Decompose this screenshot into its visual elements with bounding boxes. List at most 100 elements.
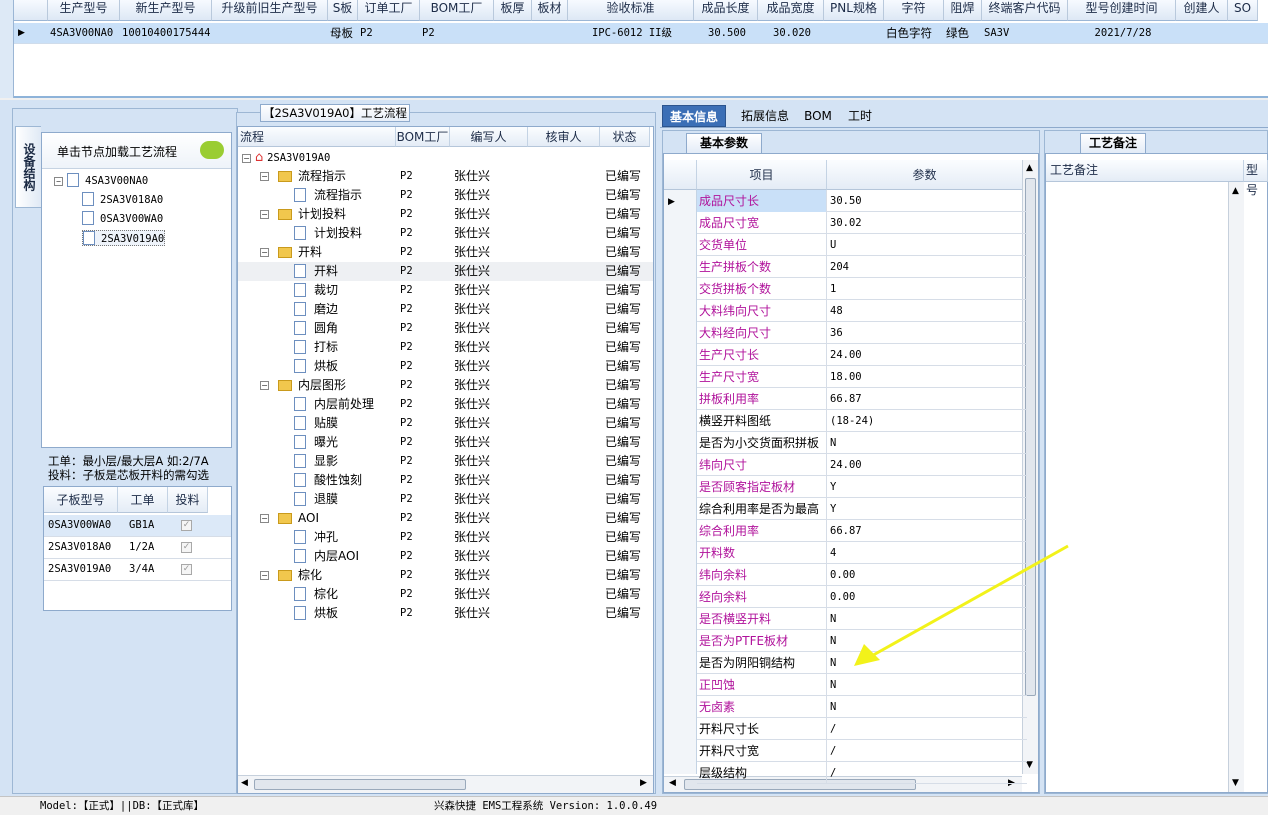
sub-row[interactable]: 2SA3V018A0 1/2A ✓ bbox=[44, 537, 231, 559]
param-row[interactable]: 横竖开料图纸 (18-24) bbox=[697, 410, 1027, 432]
top-cell[interactable]: SA3V bbox=[984, 23, 1068, 44]
tab-basic-params[interactable]: 基本参数 bbox=[686, 133, 762, 153]
param-value[interactable]: Y bbox=[828, 498, 1023, 520]
param-row[interactable]: 成品尺寸长 30.50 bbox=[697, 190, 1027, 212]
top-col-header[interactable]: 板厚 bbox=[494, 0, 532, 21]
scroll-up-icon[interactable]: ▲ bbox=[1232, 186, 1239, 196]
col-model[interactable]: 型号 bbox=[1244, 160, 1268, 197]
top-col-header[interactable]: 生产型号 bbox=[48, 0, 120, 21]
top-cell[interactable] bbox=[1230, 23, 1258, 44]
flow-row[interactable]: 显影 P2 张仕兴 已编写 bbox=[238, 452, 653, 471]
scroll-down-icon[interactable]: ▼ bbox=[1232, 778, 1239, 788]
param-value[interactable]: 30.02 bbox=[828, 212, 1023, 234]
top-cell[interactable] bbox=[496, 23, 532, 44]
sub-row[interactable]: 2SA3V019A0 3/4A ✓ bbox=[44, 559, 231, 581]
scroll-left-icon[interactable]: ◀ bbox=[669, 778, 676, 788]
flow-root[interactable]: − ⌂ 2SA3V019A0 bbox=[242, 148, 330, 167]
param-value[interactable]: 1 bbox=[828, 278, 1023, 300]
param-value[interactable]: N bbox=[828, 674, 1023, 696]
top-cell[interactable]: P2 bbox=[360, 23, 420, 44]
collapse-icon[interactable]: − bbox=[260, 172, 269, 181]
tab-3[interactable]: 工时 bbox=[838, 105, 882, 127]
param-value[interactable]: 30.50 bbox=[828, 190, 1023, 212]
tree-node[interactable]: 0SA3V00WA0 bbox=[82, 211, 163, 225]
top-cell[interactable]: 2021/7/28 bbox=[1070, 23, 1176, 44]
top-col-header[interactable]: 订单工厂 bbox=[358, 0, 420, 21]
top-cell[interactable]: 10010400175444 bbox=[122, 23, 212, 44]
flow-row[interactable]: 烘板 P2 张仕兴 已编写 bbox=[238, 357, 653, 376]
param-row[interactable]: 生产尺寸宽 18.00 bbox=[697, 366, 1027, 388]
flow-row[interactable]: − AOI P2 张仕兴 已编写 bbox=[238, 509, 653, 528]
collapse-icon[interactable]: − bbox=[260, 571, 269, 580]
scroll-left-icon[interactable]: ◀ bbox=[241, 778, 248, 788]
flow-col-header[interactable]: 编写人 bbox=[450, 127, 528, 147]
top-col-header[interactable]: 终端客户代码 bbox=[982, 0, 1068, 21]
top-col-header[interactable]: 阻焊 bbox=[944, 0, 982, 21]
flow-row[interactable]: 退膜 P2 张仕兴 已编写 bbox=[238, 490, 653, 509]
param-value[interactable]: Y bbox=[828, 476, 1023, 498]
flow-row[interactable]: 贴膜 P2 张仕兴 已编写 bbox=[238, 414, 653, 433]
param-value[interactable]: 36 bbox=[828, 322, 1023, 344]
collapse-icon[interactable]: − bbox=[242, 154, 251, 163]
param-value[interactable]: 204 bbox=[828, 256, 1023, 278]
top-col-header[interactable]: 字符 bbox=[884, 0, 944, 21]
top-col-header[interactable]: 成品长度 bbox=[694, 0, 758, 21]
sub-row[interactable]: 0SA3V00WA0 GB1A ✓ bbox=[44, 515, 231, 537]
flow-row[interactable]: 流程指示 P2 张仕兴 已编写 bbox=[238, 186, 653, 205]
collapse-icon[interactable]: − bbox=[260, 210, 269, 219]
param-value[interactable]: 48 bbox=[828, 300, 1023, 322]
col-sub-model[interactable]: 子板型号 bbox=[44, 487, 118, 513]
param-row[interactable]: 大料经向尺寸 36 bbox=[697, 322, 1027, 344]
param-row[interactable]: 拼板利用率 66.87 bbox=[697, 388, 1027, 410]
col-value[interactable]: 参数 bbox=[827, 160, 1023, 190]
param-value[interactable]: N bbox=[828, 696, 1023, 718]
top-cell[interactable] bbox=[826, 23, 884, 44]
top-cell[interactable] bbox=[214, 23, 328, 44]
remark-vscrollbar[interactable]: ▲ ▼ bbox=[1228, 182, 1244, 792]
feed-checkbox[interactable]: ✓ bbox=[181, 564, 192, 575]
col-item[interactable]: 项目 bbox=[697, 160, 827, 190]
param-row[interactable]: 综合利用率 66.87 bbox=[697, 520, 1027, 542]
param-value[interactable]: 24.00 bbox=[828, 454, 1023, 476]
flow-hscrollbar[interactable]: ◀ ▶ bbox=[238, 775, 653, 793]
param-row[interactable]: 正凹蚀 N bbox=[697, 674, 1027, 696]
param-value[interactable]: 18.00 bbox=[828, 366, 1023, 388]
scroll-thumb[interactable] bbox=[254, 779, 466, 790]
param-row[interactable]: 生产尺寸长 24.00 bbox=[697, 344, 1027, 366]
flow-row[interactable]: 计划投料 P2 张仕兴 已编写 bbox=[238, 224, 653, 243]
param-value[interactable]: / bbox=[828, 740, 1023, 762]
top-cell[interactable]: 母板 bbox=[330, 23, 358, 44]
flow-row[interactable]: 裁切 P2 张仕兴 已编写 bbox=[238, 281, 653, 300]
top-col-header[interactable]: SO bbox=[1228, 0, 1258, 21]
param-value[interactable]: N bbox=[828, 432, 1023, 454]
top-cell[interactable] bbox=[1178, 23, 1228, 44]
col-remark[interactable]: 工艺备注 bbox=[1046, 160, 1244, 182]
param-value[interactable]: / bbox=[828, 762, 1023, 784]
tab-0[interactable]: 基本信息 bbox=[662, 105, 726, 127]
top-cell[interactable]: 白色字符 bbox=[886, 23, 944, 44]
flow-row[interactable]: 曝光 P2 张仕兴 已编写 bbox=[238, 433, 653, 452]
param-row[interactable]: 生产拼板个数 204 bbox=[697, 256, 1027, 278]
flow-row[interactable]: 烘板 P2 张仕兴 已编写 bbox=[238, 604, 653, 623]
top-col-header[interactable]: 成品宽度 bbox=[758, 0, 824, 21]
top-col-header[interactable]: PNL规格 bbox=[824, 0, 884, 21]
top-cell[interactable]: IPC-6012 II级 bbox=[570, 23, 694, 44]
flow-row[interactable]: 磨边 P2 张仕兴 已编写 bbox=[238, 300, 653, 319]
tree-node[interactable]: 2SA3V019A0 bbox=[82, 230, 166, 246]
header-selector[interactable] bbox=[14, 0, 48, 21]
param-value[interactable]: 24.00 bbox=[828, 344, 1023, 366]
scroll-down-icon[interactable]: ▼ bbox=[1026, 760, 1033, 770]
param-row[interactable]: 层级结构 / bbox=[697, 762, 1027, 784]
flow-row[interactable]: 打标 P2 张仕兴 已编写 bbox=[238, 338, 653, 357]
flow-row[interactable]: 酸性蚀刻 P2 张仕兴 已编写 bbox=[238, 471, 653, 490]
tab-2[interactable]: BOM bbox=[800, 105, 836, 127]
param-row[interactable]: 交货拼板个数 1 bbox=[697, 278, 1027, 300]
param-value[interactable]: 66.87 bbox=[828, 388, 1023, 410]
flow-row[interactable]: 内层AOI P2 张仕兴 已编写 bbox=[238, 547, 653, 566]
top-col-header[interactable]: 验收标准 bbox=[568, 0, 694, 21]
flow-row[interactable]: 开料 P2 张仕兴 已编写 bbox=[238, 262, 653, 281]
col-work-order[interactable]: 工单 bbox=[118, 487, 168, 513]
top-col-header[interactable]: 板材 bbox=[532, 0, 568, 21]
top-col-header[interactable]: 新生产型号 bbox=[120, 0, 212, 21]
param-row[interactable]: 大料纬向尺寸 48 bbox=[697, 300, 1027, 322]
